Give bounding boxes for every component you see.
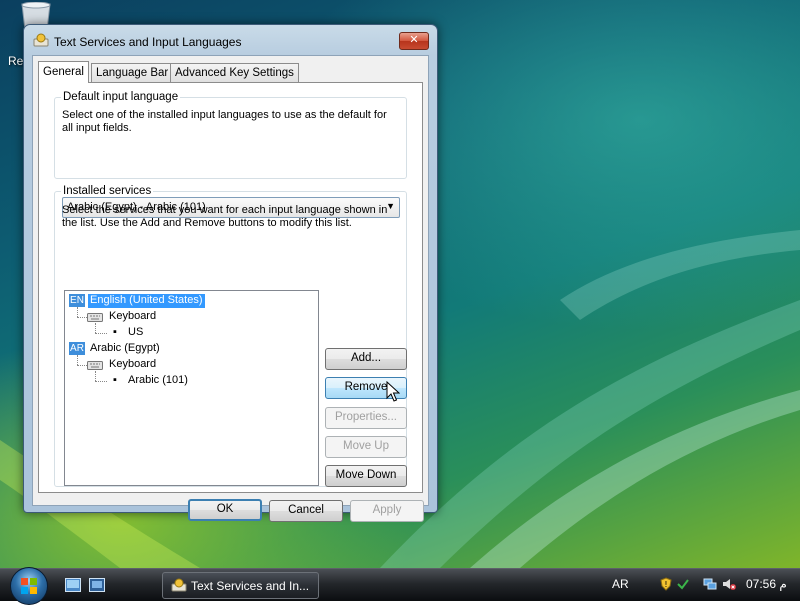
default-language-group-title: Default input language <box>61 91 181 103</box>
language-badge-ar: AR <box>69 342 85 355</box>
checkmark-icon[interactable] <box>676 577 690 591</box>
installed-services-tree[interactable]: EN English (United States) Keyboard ▪ US <box>64 290 319 486</box>
tree-item-arabic-layout-label: Arabic (101) <box>128 374 188 386</box>
desktop-icon-label[interactable]: Re <box>8 54 23 68</box>
keyboard-icon <box>87 313 103 322</box>
taskbar-item-label: Text Services and In... <box>191 579 310 593</box>
ok-button[interactable]: OK <box>188 499 262 521</box>
properties-button[interactable]: Properties... <box>325 407 407 429</box>
window-title: Text Services and Input Languages <box>54 35 242 49</box>
bullet-icon: ▪ <box>113 374 117 386</box>
tree-connector <box>77 355 78 365</box>
keyboard-globe-icon <box>171 578 187 592</box>
move-down-button[interactable]: Move Down <box>325 465 407 487</box>
tree-connector <box>77 317 87 318</box>
close-icon: ✕ <box>409 34 419 46</box>
installed-services-description: Select the services that you want for ea… <box>62 204 388 229</box>
cancel-button[interactable]: Cancel <box>269 500 343 522</box>
tree-item-english-label: English (United States) <box>88 294 205 308</box>
tab-advanced-key-settings-label: Advanced Key Settings <box>175 67 294 79</box>
tab-general-label: General <box>43 66 84 78</box>
tab-advanced-key-settings[interactable]: Advanced Key Settings <box>170 63 299 82</box>
keyboard-icon <box>87 361 103 370</box>
clock[interactable]: 07:56 م <box>746 577 787 591</box>
svg-text:!: ! <box>664 580 667 589</box>
language-indicator[interactable]: AR <box>612 577 629 591</box>
dialog-client-area: General Language Bar Advanced Key Settin… <box>32 55 429 522</box>
tree-connector <box>77 365 87 366</box>
apply-button[interactable]: Apply <box>350 500 424 522</box>
tab-language-bar[interactable]: Language Bar <box>91 63 174 82</box>
tree-connector <box>95 333 107 334</box>
tree-item-arabic-keyboard-label: Keyboard <box>109 358 157 370</box>
general-tab-panel: Default input language Select one of the… <box>38 82 423 493</box>
windows-logo-icon <box>21 578 37 594</box>
text-services-dialog: Text Services and Input Languages ✕ Gene… <box>23 24 438 522</box>
network-icon[interactable] <box>703 577 717 591</box>
language-badge-en: EN <box>69 294 85 307</box>
title-bar[interactable]: Text Services and Input Languages ✕ <box>24 25 437 55</box>
add-button[interactable]: Add... <box>325 348 407 370</box>
tree-connector <box>95 381 107 382</box>
mouse-cursor-icon <box>386 381 400 402</box>
tab-general[interactable]: General <box>38 61 89 83</box>
tree-item-english-keyboard-label: Keyboard <box>109 310 157 322</box>
show-desktop-icon[interactable] <box>65 578 81 592</box>
close-button[interactable]: ✕ <box>399 32 429 50</box>
keyboard-globe-icon <box>33 33 49 47</box>
start-button[interactable] <box>10 567 48 605</box>
volume-muted-icon[interactable] <box>722 577 736 591</box>
tree-connector <box>95 371 96 381</box>
tree-item-english-layout-label: US <box>128 326 144 338</box>
switch-windows-icon[interactable] <box>89 578 105 592</box>
move-up-button[interactable]: Move Up <box>325 436 407 458</box>
taskbar-item-text-services[interactable]: Text Services and In... <box>162 572 319 599</box>
installed-services-group-title: Installed services <box>61 185 154 197</box>
tab-language-bar-label: Language Bar <box>96 67 169 79</box>
tree-connector <box>77 307 78 317</box>
tree-connector <box>95 323 96 333</box>
taskbar: Text Services and In... AR ! 07:56 م <box>0 567 800 605</box>
bullet-icon: ▪ <box>113 326 117 338</box>
default-language-description: Select one of the installed input langua… <box>62 109 387 134</box>
tree-item-arabic-label: Arabic (Egypt) <box>90 342 160 354</box>
security-shield-icon[interactable]: ! <box>659 577 673 591</box>
